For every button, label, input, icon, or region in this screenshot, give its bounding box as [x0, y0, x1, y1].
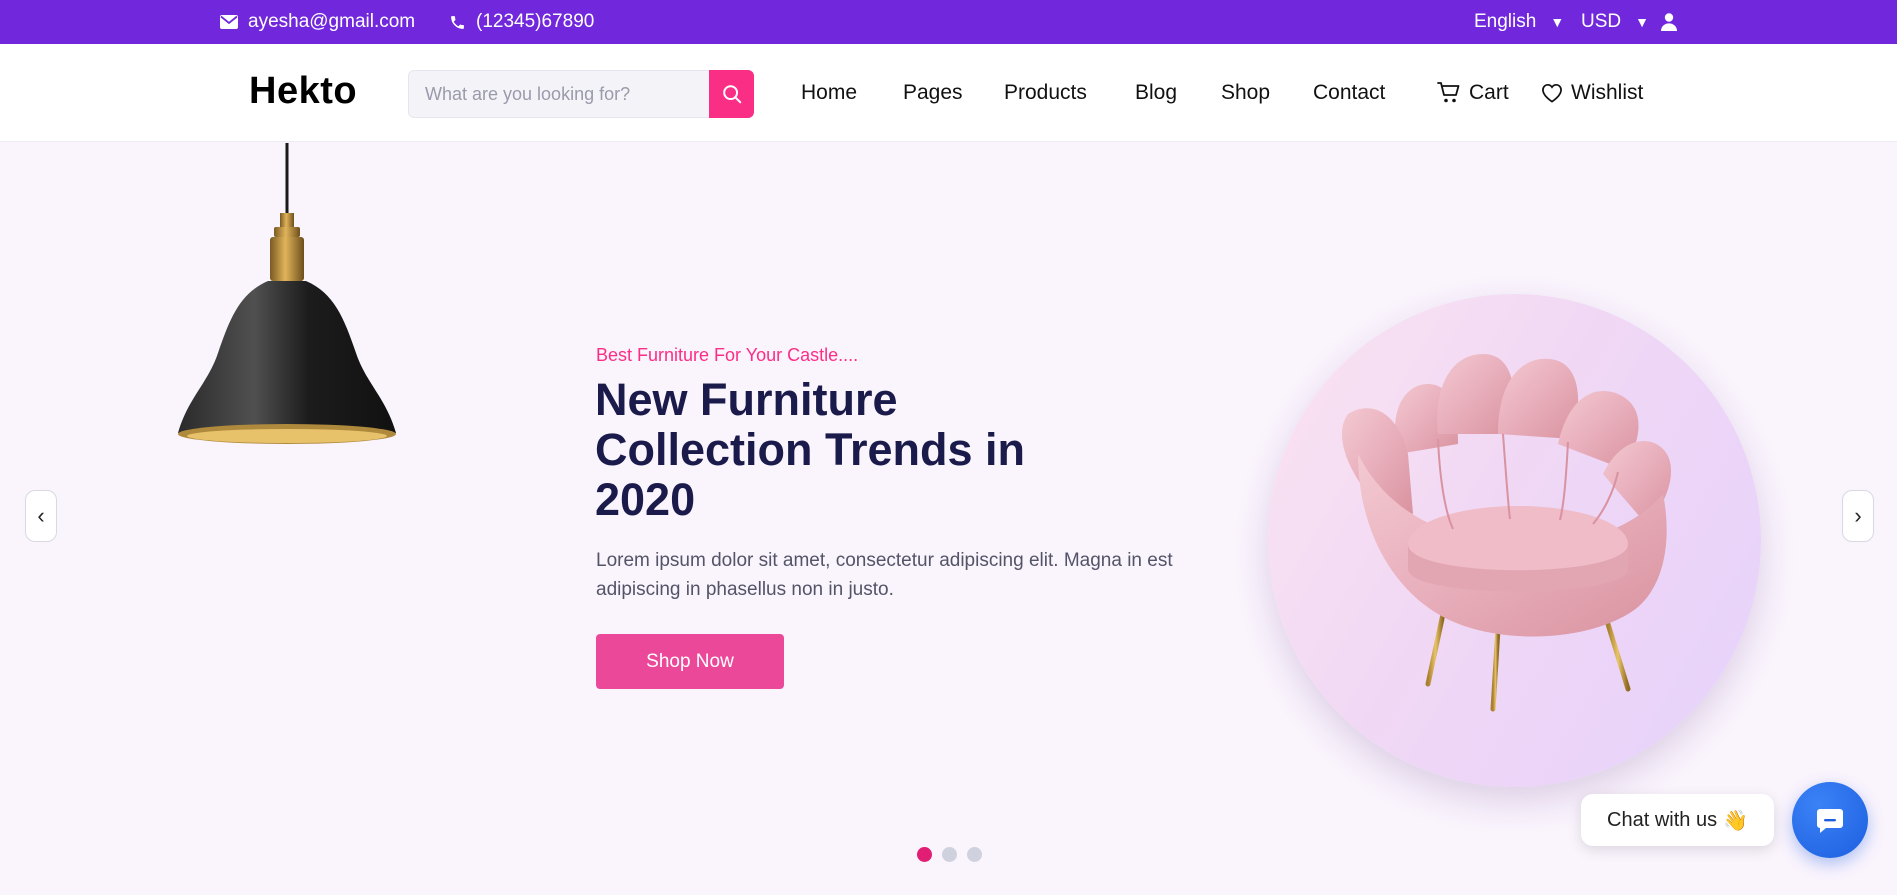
nav-contact[interactable]: Contact	[1313, 81, 1385, 105]
caret-down-icon: ▼	[1635, 14, 1649, 30]
nav-shop[interactable]: Shop	[1221, 81, 1270, 105]
nav-products[interactable]: Products	[1004, 81, 1087, 105]
mail-icon	[220, 15, 238, 29]
hero-title: New Furniture Collection Trends in 2020	[595, 374, 1026, 525]
language-selector[interactable]: English ▼	[1474, 0, 1564, 44]
pendant-lamp-image	[178, 143, 396, 444]
phone-text: (12345)67890	[476, 11, 595, 32]
heart-icon	[1542, 83, 1562, 103]
chat-with-us-bubble[interactable]: Chat with us 👋	[1581, 794, 1774, 846]
user-icon	[1661, 13, 1677, 31]
nav-blog[interactable]: Blog	[1135, 81, 1177, 105]
language-label: English	[1474, 11, 1537, 32]
slider-dot-3[interactable]	[967, 847, 982, 862]
wave-emoji-icon: 👋	[1723, 809, 1748, 832]
shop-now-button[interactable]: Shop Now	[596, 634, 784, 689]
cart-link[interactable]: Cart	[1437, 81, 1509, 105]
pink-armchair-image	[1341, 354, 1672, 712]
hero-slider: Best Furniture For Your Castle.... New F…	[0, 143, 1897, 895]
cart-label: Cart	[1469, 81, 1509, 104]
nav-pages[interactable]: Pages	[903, 81, 963, 105]
currency-selector[interactable]: USD ▼	[1581, 0, 1649, 44]
slider-dots	[917, 847, 982, 862]
caret-down-icon: ▼	[1550, 14, 1565, 30]
slider-prev-button[interactable]: ‹	[25, 490, 57, 542]
phone-contact[interactable]: (12345)67890	[449, 0, 594, 44]
cart-icon	[1437, 82, 1460, 103]
currency-label: USD	[1581, 11, 1622, 32]
phone-icon	[451, 15, 464, 29]
email-text: ayesha@gmail.com	[248, 11, 416, 32]
hero-description: Lorem ipsum dolor sit amet, consectetur …	[596, 550, 1173, 600]
chat-icon	[1817, 809, 1843, 833]
wishlist-link[interactable]: Wishlist	[1541, 81, 1643, 105]
chat-label: Chat with us	[1607, 808, 1718, 831]
wishlist-label: Wishlist	[1571, 81, 1644, 104]
slider-dot-2[interactable]	[942, 847, 957, 862]
account-button[interactable]	[1661, 0, 1677, 44]
top-bar: ayesha@gmail.com (12345)67890 English ▼ U…	[0, 0, 1897, 44]
chat-launcher-button[interactable]	[1792, 782, 1868, 858]
hero-subtitle: Best Furniture For Your Castle....	[596, 345, 859, 365]
hero-product-circle	[1268, 294, 1761, 787]
main-header: Hekto Home Pages Products Blog Shop Cont…	[0, 44, 1897, 142]
nav-home[interactable]: Home	[801, 81, 857, 105]
slider-next-button[interactable]: ›	[1842, 490, 1874, 542]
slider-dot-1[interactable]	[917, 847, 932, 862]
email-contact[interactable]: ayesha@gmail.com	[220, 0, 415, 44]
